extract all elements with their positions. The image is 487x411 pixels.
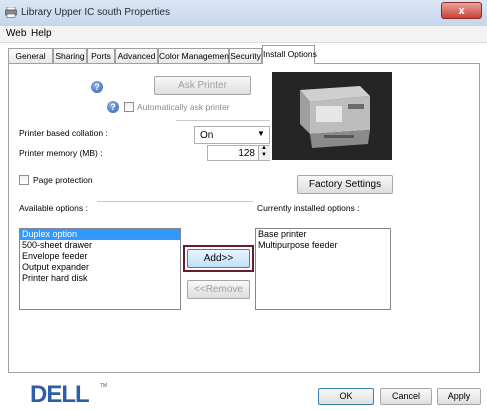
list-item[interactable]: Printer hard disk (20, 273, 180, 284)
help-icon[interactable]: ? (107, 101, 119, 113)
installed-options-list[interactable]: Base printer Multipurpose feeder (255, 228, 391, 310)
ask-printer-button[interactable]: Ask Printer (154, 76, 251, 95)
chevron-down-icon: ▼ (257, 129, 265, 138)
menu-item-web[interactable]: Web (6, 28, 26, 39)
collation-label: Printer based collation : (19, 128, 108, 138)
add-button[interactable]: Add>> (187, 249, 250, 268)
stepper-buttons[interactable]: ▲ ▼ (258, 145, 270, 160)
memory-stepper[interactable]: 128 ▲ ▼ (207, 145, 270, 161)
cancel-button[interactable]: Cancel (380, 388, 432, 405)
ok-button[interactable]: OK (318, 388, 374, 405)
tab-ports[interactable]: Ports (87, 48, 115, 63)
list-item[interactable]: 500-sheet drawer (20, 240, 180, 251)
menu-item-help[interactable]: Help (31, 28, 52, 39)
separator (176, 120, 270, 121)
tab-sharing[interactable]: Sharing (53, 48, 87, 63)
window-title: Library Upper IC south Properties (21, 7, 170, 18)
printer-icon (5, 7, 17, 18)
available-options-label: Available options : (19, 203, 88, 213)
installed-options-label: Currently installed options : (257, 203, 360, 213)
tab-color-management[interactable]: Color Management (158, 48, 231, 63)
tab-install-options[interactable]: Install Options (262, 45, 317, 64)
memory-value: 128 (238, 148, 255, 159)
tab-security[interactable]: Security (229, 48, 262, 63)
close-button[interactable]: x (441, 2, 482, 19)
title-bar: Library Upper IC south Properties x (0, 0, 487, 27)
list-item[interactable]: Base printer (256, 229, 390, 240)
auto-ask-label: Automatically ask printer (137, 102, 230, 112)
tab-advanced[interactable]: Advanced (115, 48, 158, 63)
page-protection-label: Page protection (33, 175, 93, 185)
separator (97, 201, 253, 202)
list-item[interactable]: Multipurpose feeder (256, 240, 390, 251)
dell-logo: DELL (30, 381, 90, 408)
stepper-down-icon[interactable]: ▼ (261, 152, 267, 158)
memory-label: Printer memory (MB) : (19, 148, 103, 158)
auto-ask-checkbox[interactable] (124, 102, 134, 112)
list-item[interactable]: Output expander (20, 262, 180, 273)
factory-settings-button[interactable]: Factory Settings (297, 175, 393, 194)
remove-button[interactable]: <<Remove (187, 280, 250, 299)
collation-value: On (200, 130, 214, 141)
printer-illustration-icon (272, 72, 392, 160)
printer-image (272, 72, 392, 160)
collation-select[interactable]: On ▼ (194, 126, 270, 144)
help-icon[interactable]: ? (91, 81, 103, 93)
available-options-list[interactable]: Duplex option 500-sheet drawer Envelope … (19, 228, 181, 310)
tab-general[interactable]: General (8, 48, 53, 63)
menu-bar: Web Help (0, 26, 487, 43)
list-item[interactable]: Envelope feeder (20, 251, 180, 262)
list-item[interactable]: Duplex option (20, 229, 180, 240)
apply-button[interactable]: Apply (437, 388, 481, 405)
stepper-up-icon[interactable]: ▲ (261, 145, 267, 151)
install-options-panel (8, 63, 480, 373)
page-protection-checkbox[interactable] (19, 175, 29, 185)
trademark-mark: TM (100, 383, 108, 389)
